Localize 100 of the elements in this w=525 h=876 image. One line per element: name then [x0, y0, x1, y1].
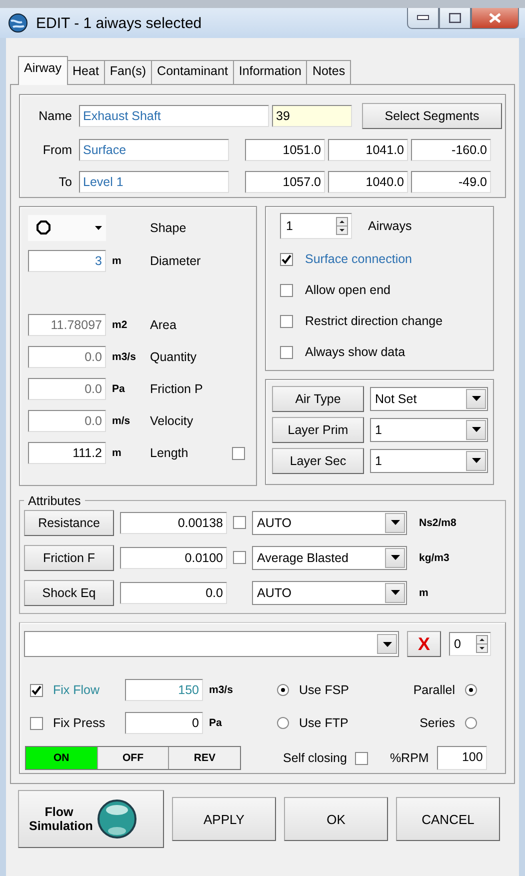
coordinate-field[interactable]: 1041.0 — [328, 139, 408, 161]
checkbox[interactable] — [233, 551, 246, 564]
shape-dropdown[interactable] — [28, 214, 106, 241]
checkbox[interactable] — [280, 314, 293, 328]
value-field[interactable]: 150 — [125, 679, 203, 702]
dropdown[interactable]: AUTO — [252, 580, 407, 605]
checkbox-label: Restrict direction change — [305, 314, 443, 328]
tab[interactable]: Contaminant — [152, 60, 234, 84]
dropdown-arrow-icon — [390, 590, 400, 596]
coordinate-field[interactable]: 1057.0 — [245, 171, 325, 193]
spin-arrows-icon[interactable] — [476, 635, 488, 654]
dropdown[interactable] — [24, 631, 399, 658]
unit-label: Ns2/m8 — [418, 516, 457, 529]
close-button[interactable] — [471, 8, 519, 29]
value-field[interactable]: 3 — [28, 250, 106, 272]
attribute-button[interactable]: Resistance — [24, 510, 114, 536]
dropdown[interactable]: Not Set — [370, 386, 488, 411]
checkbox-label: Fix Flow — [52, 683, 101, 698]
select-segments-button[interactable]: Select Segments — [362, 103, 502, 129]
checkbox[interactable] — [354, 752, 368, 765]
sphere-icon — [97, 799, 137, 839]
spin-arrows-icon[interactable] — [336, 216, 348, 235]
coordinate-field[interactable]: -49.0 — [411, 171, 491, 193]
coordinate-field[interactable]: -160.0 — [411, 139, 491, 161]
tab[interactable]: Airway — [18, 56, 68, 85]
checkbox[interactable] — [232, 446, 245, 460]
dropdown[interactable]: 1 — [370, 418, 488, 442]
checkbox[interactable] — [30, 684, 43, 697]
tab[interactable]: Information — [234, 60, 308, 84]
dialog-button[interactable]: APPLY — [172, 797, 276, 841]
number-field[interactable]: 39 — [272, 105, 352, 127]
field-label: Airways — [368, 218, 412, 233]
coordinate-field[interactable]: 1040.0 — [328, 171, 408, 193]
airways-spin-field[interactable]: 1 — [280, 212, 352, 239]
field-label: %RPM — [390, 751, 429, 766]
attribute-button[interactable]: Shock Eq — [24, 580, 114, 606]
dropdown-arrow-icon — [390, 520, 400, 526]
dropdown-arrow-icon — [95, 226, 102, 230]
checkbox[interactable] — [280, 284, 293, 297]
octagon-icon — [36, 220, 51, 236]
window-title: EDIT - 1 aiways selected — [36, 14, 202, 32]
field-label: Velocity — [150, 414, 194, 428]
dropdown[interactable]: 1 — [370, 448, 488, 473]
field-label: Shape — [150, 220, 188, 235]
checkbox-label: Surface connection — [305, 252, 412, 266]
checkbox[interactable] — [30, 716, 43, 730]
unit-label: Pa — [208, 717, 223, 730]
selector-button[interactable]: Air Type — [272, 386, 364, 412]
spin-field[interactable]: 0 — [449, 632, 491, 656]
value-field[interactable]: 111.2 — [28, 442, 106, 464]
switch-segment[interactable]: OFF — [98, 747, 170, 770]
field-label: Diameter — [150, 254, 202, 268]
radio-button[interactable] — [277, 717, 289, 730]
radio-label: Parallel — [413, 683, 455, 698]
value-field[interactable]: 0.0100 — [120, 546, 227, 569]
unit-label: m — [111, 447, 122, 460]
radio-label: Use FTP — [299, 716, 348, 730]
name-field[interactable]: Exhaust Shaft — [79, 105, 269, 127]
dropdown[interactable]: AUTO — [252, 510, 407, 535]
attribute-button[interactable]: Friction F — [24, 544, 114, 571]
value-field[interactable]: 0 — [125, 712, 203, 734]
maximize-icon — [449, 13, 461, 23]
checkbox[interactable] — [280, 346, 293, 359]
dialog-button[interactable]: OK — [284, 797, 388, 841]
radio-button[interactable] — [465, 684, 477, 696]
minimize-button[interactable] — [407, 8, 439, 29]
radio-button[interactable] — [277, 684, 289, 696]
maximize-button[interactable] — [439, 8, 471, 29]
checkbox-label: Self closing — [283, 751, 347, 766]
tab[interactable]: Fan(s) — [104, 60, 152, 84]
text-field[interactable]: Level 1 — [79, 171, 229, 193]
dialog-button[interactable]: CANCEL — [396, 797, 500, 841]
field-label: From — [42, 143, 72, 157]
checkbox[interactable] — [280, 252, 293, 266]
radio-button[interactable] — [465, 717, 477, 730]
close-icon — [489, 13, 501, 23]
selector-button[interactable]: Layer Prim — [272, 416, 364, 443]
dropdown[interactable]: Average Blasted — [252, 546, 407, 570]
switch-segment[interactable]: REV — [169, 747, 240, 770]
value-field[interactable]: 0.00138 — [120, 512, 227, 534]
dropdown-arrow-icon — [472, 427, 480, 432]
clear-button[interactable]: X — [407, 631, 441, 658]
value-field[interactable]: 0.0 — [120, 582, 227, 604]
switch-segment[interactable]: ON — [26, 747, 98, 770]
radio-label: Series — [420, 716, 455, 730]
text-field[interactable]: Surface — [79, 139, 229, 161]
dropdown-arrow-icon — [382, 642, 392, 647]
field-label: Quantity — [150, 350, 198, 364]
tab[interactable]: Heat — [68, 60, 105, 84]
selector-button[interactable]: Layer Sec — [272, 448, 364, 474]
dropdown-arrow-icon — [472, 396, 480, 402]
rpm-field[interactable]: 100 — [436, 746, 487, 770]
tab[interactable]: Notes — [307, 60, 352, 84]
coordinate-field[interactable]: 1051.0 — [245, 139, 325, 161]
unit-label: m/s — [111, 415, 132, 428]
flow-simulation-button[interactable]: Flow Simulation — [18, 790, 164, 848]
checkbox[interactable] — [233, 516, 246, 530]
unit-label: m — [111, 255, 122, 268]
unit-label: m3/s — [111, 351, 137, 364]
unit-label: m2 — [111, 319, 128, 332]
